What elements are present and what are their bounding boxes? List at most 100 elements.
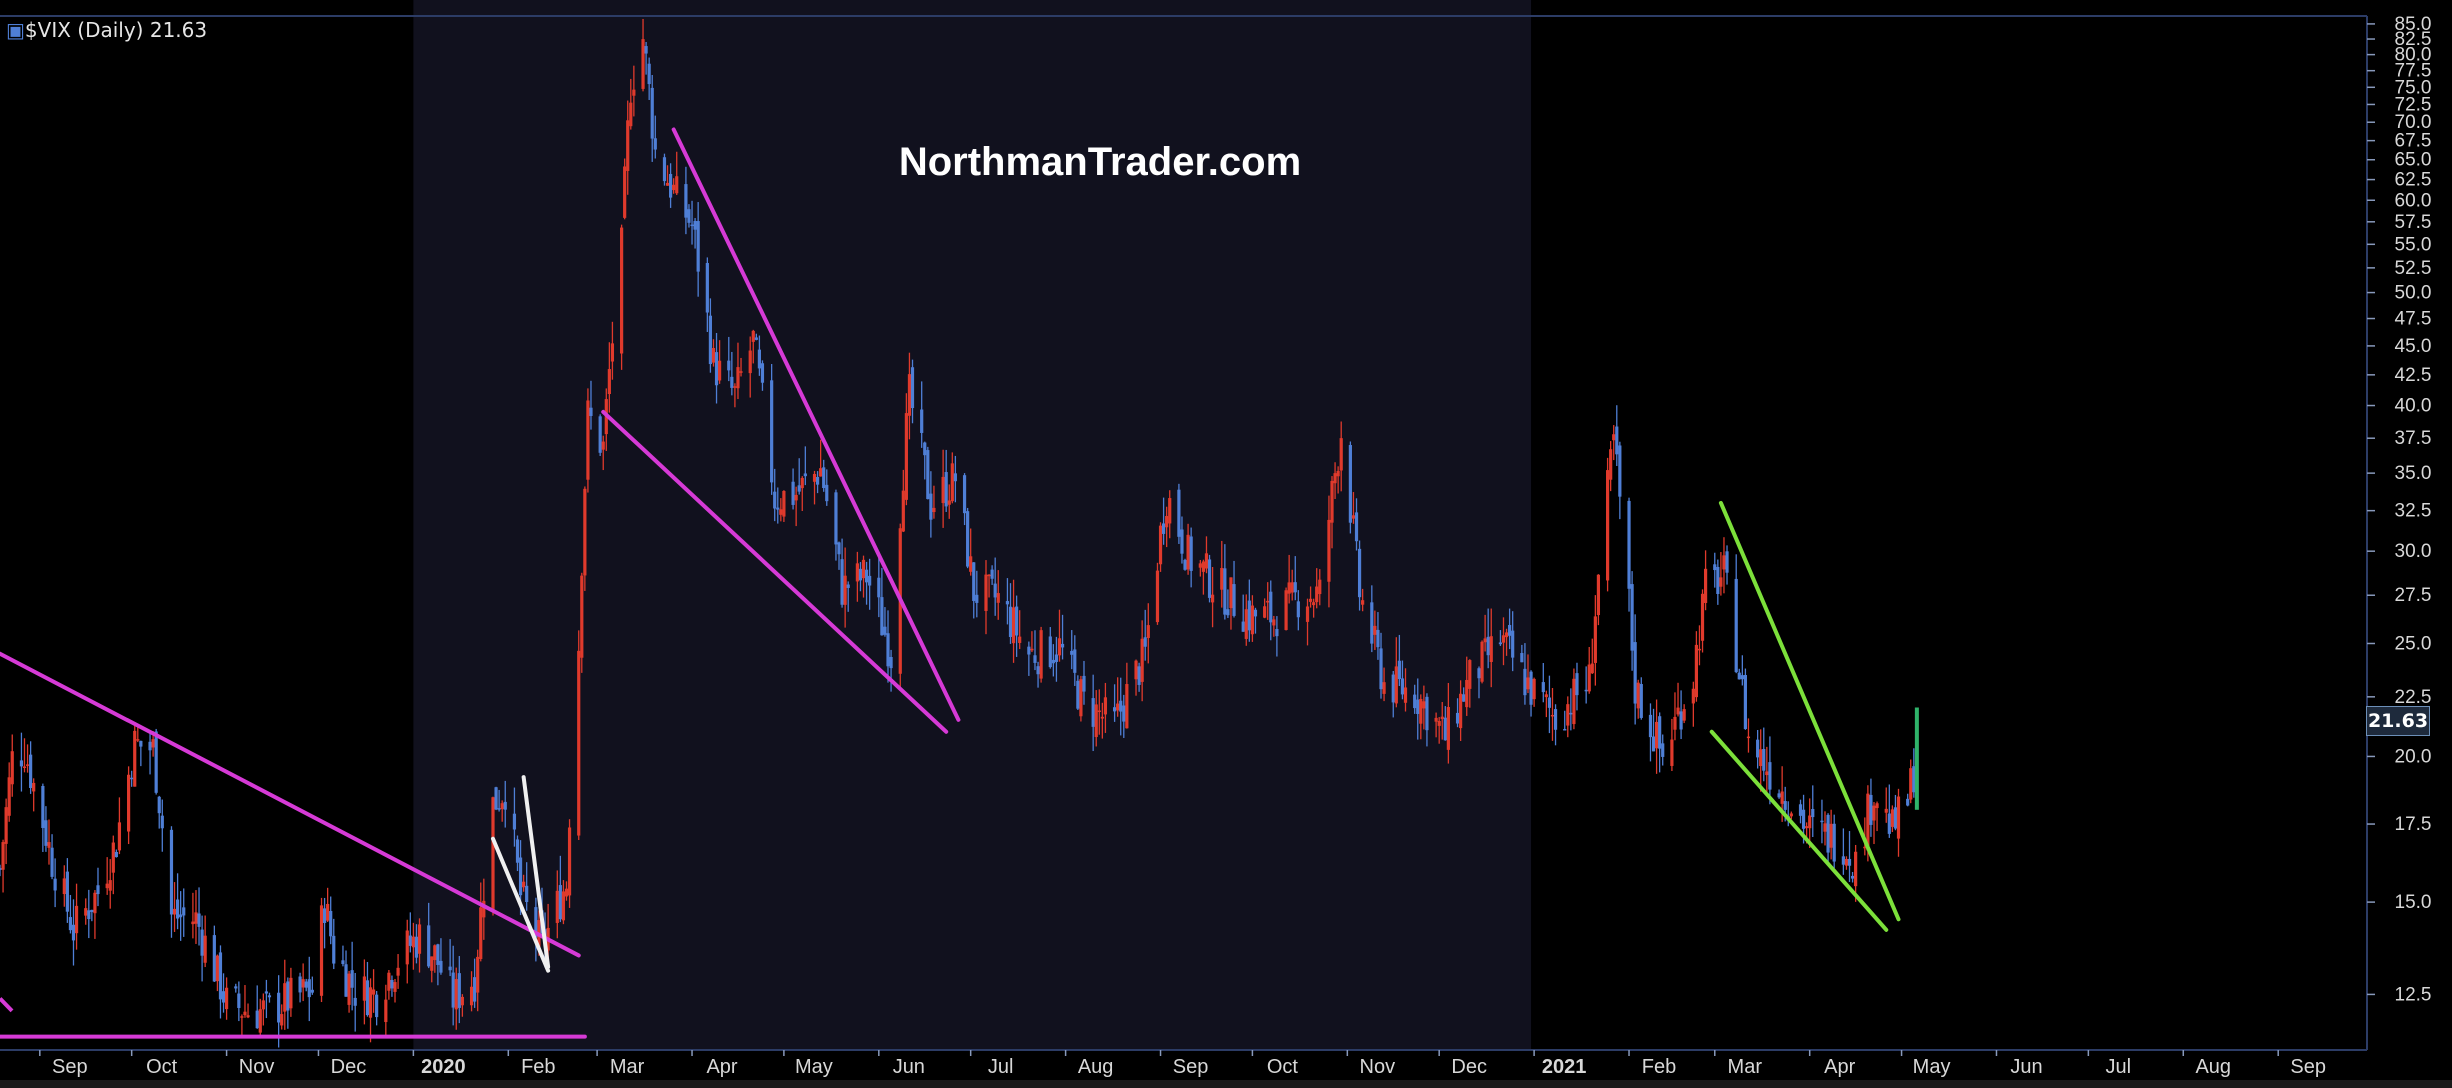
x-tick-label: Jun: [893, 1056, 925, 1078]
candle-body: [322, 908, 327, 923]
candle-body: [1272, 619, 1276, 626]
candle-body: [307, 979, 311, 998]
candle-body: [1909, 768, 1913, 800]
candle-body: [1480, 641, 1484, 682]
candle-body: [665, 182, 670, 186]
candle-body: [1498, 642, 1503, 645]
candle-body: [751, 330, 755, 342]
candle-body: [714, 352, 719, 386]
x-tick-label: Aug: [1078, 1056, 1114, 1078]
candle-body: [1541, 682, 1545, 693]
candle-body: [1593, 616, 1597, 663]
y-tick-label: 30.0: [2395, 541, 2432, 562]
candle-body: [1725, 551, 1729, 573]
x-tick-label: Mar: [610, 1056, 645, 1078]
candle-body: [1759, 749, 1763, 767]
candle-body: [1397, 660, 1401, 680]
y-tick-label: 40.0: [2395, 396, 2432, 417]
candle-body: [1146, 625, 1150, 639]
candle-body: [460, 996, 464, 1006]
candle-body: [1526, 677, 1530, 690]
candle-body: [310, 989, 314, 993]
candle-body: [558, 885, 562, 920]
candle-body: [861, 559, 866, 579]
candle-body: [1413, 694, 1417, 709]
candle-body: [1596, 574, 1601, 616]
candle-body: [169, 829, 174, 915]
x-tick-label: Oct: [1267, 1056, 1299, 1078]
candle-body: [825, 484, 829, 502]
candle-body: [840, 559, 844, 605]
candle-body: [1765, 771, 1769, 776]
candle-body: [469, 986, 474, 1006]
candle-body: [1679, 711, 1683, 730]
candle-body: [1746, 736, 1751, 739]
candle-body: [212, 935, 216, 982]
candle-body: [479, 907, 483, 959]
candle-body: [1376, 629, 1380, 648]
candle-body: [1697, 648, 1702, 651]
candle-body: [711, 347, 716, 363]
candle-body: [561, 891, 566, 921]
candle-body: [133, 730, 137, 787]
candle-body: [580, 575, 584, 658]
candle-body: [1875, 803, 1879, 809]
x-tick-label: Oct: [146, 1056, 178, 1078]
candle-body: [371, 989, 376, 995]
candle-body: [25, 764, 30, 766]
y-tick-label: 47.5: [2395, 309, 2432, 330]
candle-body: [29, 754, 33, 788]
candle-body: [601, 441, 605, 450]
candle-body: [748, 350, 752, 374]
candle-body: [858, 568, 863, 581]
candle-body: [1060, 643, 1065, 648]
candle-body-last: [1914, 707, 1919, 810]
candle-body: [923, 442, 927, 456]
x-tick-label: Sep: [2290, 1056, 2326, 1078]
candle-body: [1315, 586, 1319, 603]
candle-body: [1737, 672, 1741, 680]
candle-body: [953, 473, 957, 482]
candle-body: [843, 575, 847, 605]
candle-body: [672, 184, 676, 191]
candle-body: [598, 416, 602, 453]
candle-body: [812, 473, 817, 482]
candle-body: [1826, 814, 1830, 853]
candle-body: [1654, 721, 1659, 749]
candle-body: [74, 905, 79, 934]
candle-body: [1844, 858, 1849, 866]
candle-body: [797, 485, 801, 492]
candle-body: [1691, 688, 1695, 704]
candle-body: [497, 808, 501, 810]
candle-body: [1529, 671, 1533, 705]
candle-body: [1143, 637, 1147, 647]
x-tick-label: Apr: [706, 1056, 737, 1078]
candle-body: [1220, 567, 1224, 590]
trendline-magenta-stub: [0, 997, 14, 1013]
candle-body: [837, 542, 841, 555]
candle-body: [1100, 716, 1104, 719]
y-tick-label: 57.5: [2395, 212, 2432, 233]
candle-body: [1566, 704, 1570, 726]
candle-body: [408, 935, 412, 946]
candle-body: [653, 138, 657, 150]
candle-body: [733, 386, 737, 388]
candle-body: [564, 888, 569, 897]
candle-body: [1489, 636, 1493, 662]
candle-body: [151, 739, 155, 748]
candle-body: [1615, 426, 1619, 455]
candle-body: [1434, 717, 1438, 722]
candle-body: [1823, 823, 1827, 832]
candle-body: [1091, 698, 1095, 727]
candle-body: [365, 980, 370, 1016]
candle-body: [1850, 875, 1855, 879]
candle-body: [1057, 638, 1062, 656]
candle-body: [160, 815, 164, 829]
candle-body: [932, 507, 936, 513]
candle-body: [864, 569, 869, 583]
candle-body: [1648, 714, 1653, 738]
candle-body: [326, 903, 330, 921]
candle-body: [1630, 584, 1634, 651]
candle-body: [1777, 793, 1781, 798]
candle-body: [457, 973, 461, 1008]
